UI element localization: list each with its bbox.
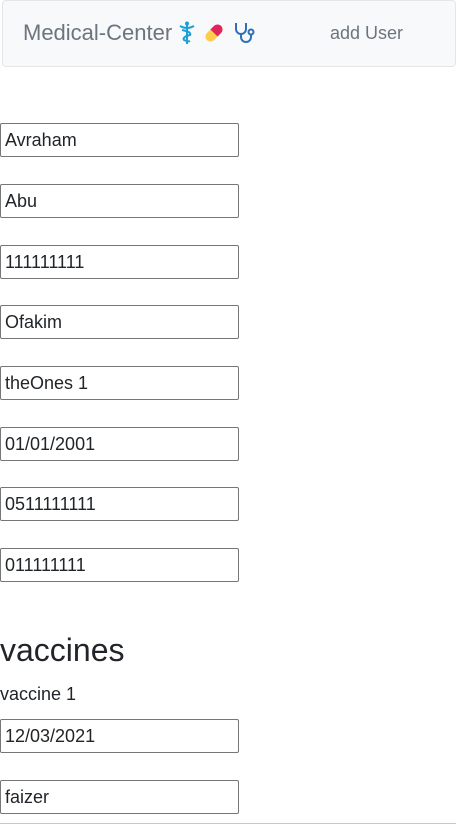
street-field[interactable] [0, 366, 239, 400]
last-name-field[interactable] [0, 184, 239, 218]
vaccine-manufacturer-field[interactable] [0, 780, 239, 814]
pill-icon [202, 21, 226, 45]
add-user-link[interactable]: add User [330, 23, 403, 44]
mobile-field[interactable] [0, 548, 239, 582]
first-name-field[interactable] [0, 123, 239, 157]
brand-title: Medical-Center [23, 20, 173, 45]
vaccine-label: vaccine 1 [0, 684, 77, 704]
vaccines-heading: vaccines [0, 632, 125, 668]
id-number-field[interactable] [0, 245, 239, 279]
stethoscope-icon [232, 21, 256, 45]
brand-icons [178, 21, 256, 45]
city-field[interactable] [0, 305, 239, 339]
navbar: Medical-Center add User [2, 0, 456, 67]
vaccine-date-field[interactable] [0, 719, 239, 753]
caduceus-icon [178, 21, 196, 45]
brand[interactable]: Medical-Center [23, 20, 256, 46]
phone-field[interactable] [0, 487, 239, 521]
divider [0, 823, 456, 824]
birth-date-field[interactable] [0, 427, 239, 461]
